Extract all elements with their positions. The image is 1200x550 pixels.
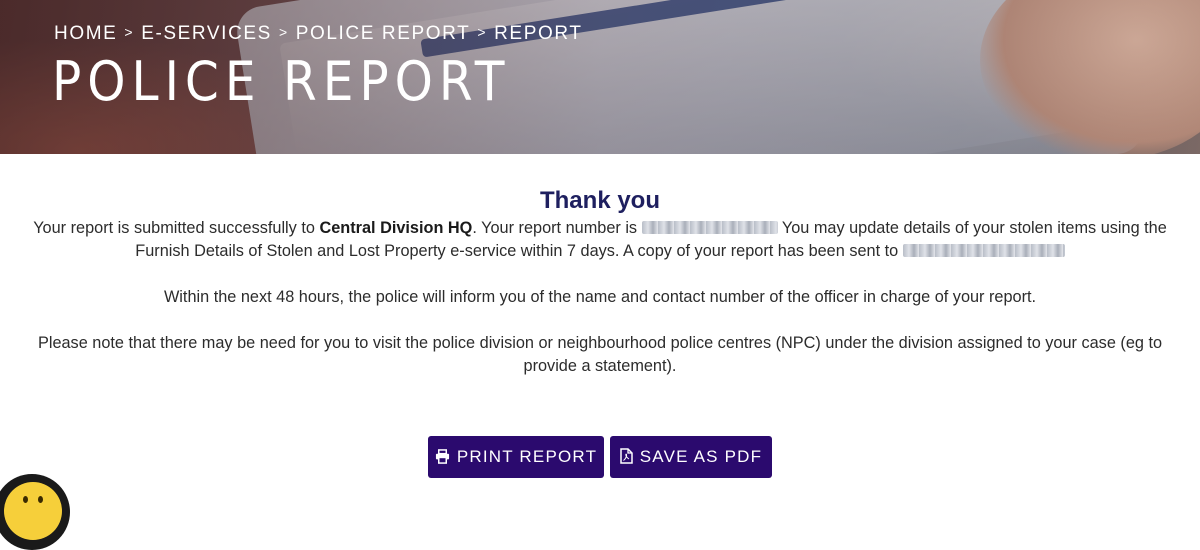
email-redacted (902, 244, 1065, 257)
print-report-button[interactable]: PRINT REPORT (428, 436, 604, 478)
officer-info-message: Within the next 48 hours, the police wil… (163, 288, 1037, 306)
breadcrumb-home[interactable]: HOME (54, 23, 117, 44)
breadcrumb-separator: > (124, 24, 135, 40)
breadcrumb-e-services[interactable]: E-SERVICES (141, 23, 272, 44)
print-report-label: PRINT REPORT (456, 447, 598, 466)
confirmation-section: Thank you Your report is submitted succe… (0, 185, 1200, 378)
chat-bot-icon (4, 482, 62, 540)
thank-you-heading: Thank you (539, 187, 660, 214)
printer-icon (435, 438, 450, 480)
report-number-redacted (641, 221, 778, 234)
chat-widget-button[interactable] (0, 474, 70, 550)
division-name: Central Division HQ (319, 219, 473, 237)
hero-banner: HOME > E-SERVICES > POLICE REPORT > REPORT POL… (0, 0, 1200, 154)
action-buttons: PRINT REPORT SAVE AS PDF (0, 436, 1200, 478)
pdf-file-icon (620, 438, 633, 480)
page-title: POLICE REPORT (52, 50, 511, 113)
save-as-pdf-button[interactable]: SAVE AS PDF (610, 436, 772, 478)
submission-lead: Your report is submitted successfully to (33, 219, 320, 237)
submission-message: Your report is submitted successfully to… (25, 217, 1175, 263)
save-as-pdf-label: SAVE AS PDF (639, 447, 763, 466)
breadcrumb-police-report[interactable]: POLICE REPORT (296, 23, 471, 44)
breadcrumb: HOME > E-SERVICES > POLICE REPORT > REPORT (54, 23, 583, 45)
breadcrumb-current: REPORT (494, 23, 583, 44)
visit-note-message: Please note that there may be need for y… (37, 334, 1163, 375)
report-number-lead: . Your report number is (472, 219, 642, 237)
breadcrumb-separator: > (477, 24, 488, 40)
breadcrumb-separator: > (278, 24, 289, 40)
